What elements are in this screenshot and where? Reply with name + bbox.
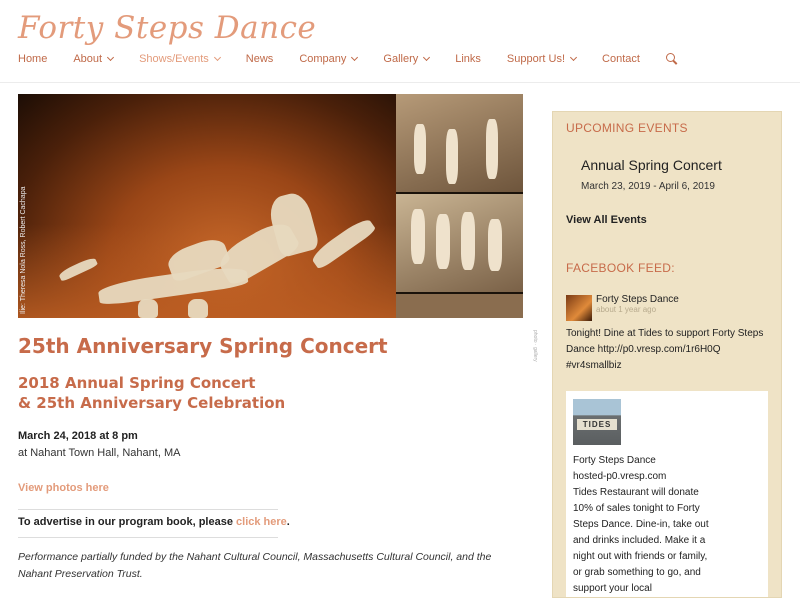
- subtitle-line-1: 2018 Annual Spring Concert: [18, 374, 256, 392]
- avatar[interactable]: [566, 295, 592, 321]
- nav-shows-events-label: Shows/Events: [139, 52, 209, 65]
- chevron-down-icon: [423, 53, 431, 62]
- photo-credit: Ilie: Theresa Nola Ross, Robert Cachapa: [20, 186, 27, 315]
- nav-news-label: News: [245, 52, 274, 65]
- fb-post-text: Tonight! Dine at Tides to support Forty …: [566, 328, 764, 371]
- site-title[interactable]: Forty Steps Dance: [18, 10, 316, 46]
- upcoming-events-heading: UPCOMING EVENTS: [566, 121, 688, 135]
- divider: [18, 537, 278, 538]
- event-date: March 24, 2018 at 8 pm: [18, 430, 138, 442]
- divider: [18, 509, 278, 510]
- fb-link-card[interactable]: TIDES Forty Steps Dance hosted-p0.vresp.…: [566, 391, 768, 597]
- search-button[interactable]: [665, 52, 678, 65]
- chevron-down-icon: [213, 53, 221, 62]
- nav-support-us[interactable]: Support Us!: [506, 52, 578, 65]
- search-icon: [665, 53, 678, 65]
- chevron-down-icon: [569, 53, 578, 62]
- nav-company[interactable]: Company: [299, 52, 359, 65]
- nav-home-label: Home: [18, 52, 48, 65]
- nav-home[interactable]: Home: [18, 52, 47, 65]
- chevron-down-icon: [107, 53, 115, 62]
- photo-collage: [396, 94, 523, 318]
- fb-card-host: hosted-p0.vresp.com: [573, 471, 667, 482]
- nav-about[interactable]: About: [73, 52, 115, 65]
- event-subtitle: 2018 Annual Spring Concert & 25th Annive…: [18, 374, 285, 413]
- fb-card-body: Forty Steps Dance hosted-p0.vresp.com Ti…: [573, 453, 713, 597]
- nav-company-label: Company: [299, 52, 347, 65]
- tides-thumbnail: TIDES: [573, 399, 621, 445]
- fb-author-name[interactable]: Forty Steps Dance: [596, 294, 679, 305]
- fb-post-time: about 1 year ago: [596, 305, 657, 314]
- nav-shows-events[interactable]: Shows/Events: [139, 52, 221, 65]
- subtitle-line-2: & 25th Anniversary Celebration: [18, 393, 286, 412]
- page-title: 25th Anniversary Spring Concert: [18, 334, 388, 358]
- nav-gallery-label: Gallery: [383, 52, 419, 65]
- nav-news[interactable]: News: [246, 52, 274, 65]
- hero-image: Ilie: Theresa Nola Ross, Robert Cachapa: [18, 94, 523, 318]
- view-photos-link[interactable]: View photos here: [18, 482, 109, 494]
- side-caption: photo · gallery: [532, 330, 538, 362]
- advertise-label: To advertise in our program book, please: [18, 516, 237, 528]
- nav-contact[interactable]: Contact: [602, 52, 640, 65]
- advertise-link[interactable]: click here: [236, 516, 287, 528]
- sidebar: UPCOMING EVENTS Annual Spring Concert Ma…: [552, 111, 782, 598]
- chevron-down-icon: [351, 53, 359, 62]
- nav-about-label: About: [73, 52, 103, 65]
- fb-card-name: Forty Steps Dance: [573, 455, 656, 466]
- event-venue: at Nahant Town Hall, Nahant, MA: [18, 447, 181, 459]
- tides-sign: TIDES: [577, 419, 617, 430]
- view-all-events-link[interactable]: View All Events: [566, 214, 647, 226]
- advertise-end: .: [286, 516, 290, 528]
- facebook-feed-heading: FACEBOOK FEED:: [566, 261, 675, 275]
- header-divider: [0, 82, 800, 83]
- nav-gallery[interactable]: Gallery: [383, 52, 431, 65]
- dancers-photo: [18, 94, 396, 318]
- event-dates: March 23, 2019 - April 6, 2019: [581, 181, 715, 192]
- nav-support-us-label: Support Us!: [506, 52, 566, 65]
- event-title-link[interactable]: Annual Spring Concert: [581, 157, 722, 173]
- nav-contact-label: Contact: [602, 52, 640, 65]
- funding-note: Performance partially funded by the Naha…: [18, 551, 492, 580]
- nav-links[interactable]: Links: [455, 52, 481, 65]
- advertise-text: To advertise in our program book, please…: [18, 516, 290, 528]
- main-nav: Home About Shows/Events News Company Gal…: [18, 52, 704, 65]
- nav-links-label: Links: [455, 52, 481, 65]
- fb-card-description: Tides Restaurant will donate 10% of sale…: [573, 487, 709, 594]
